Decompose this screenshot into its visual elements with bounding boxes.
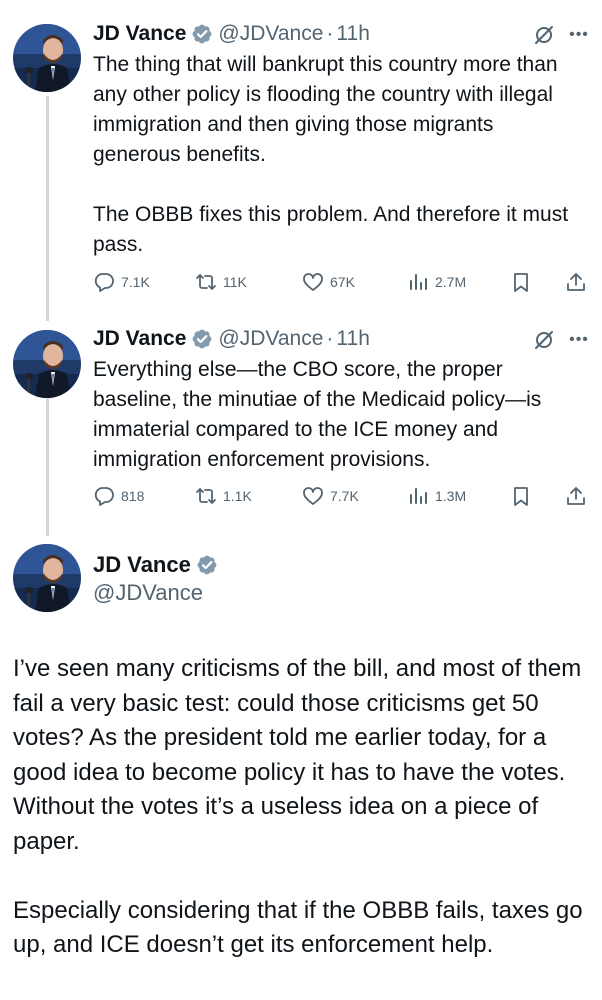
avatar-photo bbox=[13, 330, 81, 398]
grok-icon[interactable] bbox=[533, 329, 555, 351]
verified-badge-icon bbox=[191, 23, 213, 45]
author-handle[interactable]: @JDVance bbox=[218, 22, 323, 46]
views-button[interactable]: 1.3M bbox=[407, 483, 466, 509]
author-name[interactable]: JD Vance bbox=[93, 22, 186, 46]
like-button[interactable]: 7.7K bbox=[302, 483, 359, 509]
reply-button[interactable]: 818 bbox=[93, 483, 144, 509]
views-button[interactable]: 2.7M bbox=[407, 269, 466, 295]
repost-count: 1.1K bbox=[223, 488, 252, 504]
share-button[interactable] bbox=[565, 483, 593, 509]
more-icon[interactable]: ••• bbox=[566, 25, 592, 45]
reply-count: 7.1K bbox=[121, 274, 150, 290]
reply-button[interactable]: 7.1K bbox=[93, 269, 150, 295]
action-bar: 818 1.1K 7.7K 1.3M bbox=[93, 483, 593, 509]
avatar[interactable] bbox=[13, 544, 81, 612]
author-handle[interactable]: @JDVance bbox=[93, 580, 203, 606]
grok-icon[interactable] bbox=[533, 24, 555, 46]
views-icon bbox=[410, 488, 427, 504]
avatar[interactable] bbox=[13, 330, 81, 398]
reply-count: 818 bbox=[121, 488, 145, 504]
share-icon bbox=[567, 273, 585, 291]
repost-icon bbox=[196, 274, 216, 290]
tweet-paragraph: The thing that will bankrupt this countr… bbox=[93, 53, 558, 166]
views-icon bbox=[410, 274, 427, 290]
repost-button[interactable]: 1.1K bbox=[195, 483, 252, 509]
bookmark-icon bbox=[514, 273, 528, 292]
like-icon bbox=[303, 273, 323, 291]
tweet-paragraph: Especially considering that if the OBBB … bbox=[13, 896, 583, 959]
reply-icon bbox=[94, 487, 114, 506]
repost-icon bbox=[196, 488, 216, 504]
views-count: 2.7M bbox=[435, 274, 467, 290]
avatar-photo bbox=[13, 544, 81, 612]
separator-dot: · bbox=[326, 327, 334, 350]
separator-dot: · bbox=[326, 22, 334, 45]
thread-connector bbox=[46, 96, 49, 321]
author-name[interactable]: JD Vance bbox=[93, 552, 191, 578]
avatar-photo bbox=[13, 24, 81, 92]
like-count: 67K bbox=[330, 274, 355, 290]
author-handle[interactable]: @JDVance bbox=[218, 327, 323, 351]
tweet-header: JD Vance @JDVance · 11h bbox=[93, 324, 370, 354]
like-icon bbox=[303, 487, 323, 505]
repost-count: 11K bbox=[223, 274, 247, 290]
like-count: 7.7K bbox=[330, 488, 359, 504]
timestamp[interactable]: 11h bbox=[336, 22, 369, 46]
thread-connector bbox=[46, 398, 49, 536]
avatar[interactable] bbox=[13, 24, 81, 92]
repost-button[interactable]: 11K bbox=[195, 269, 247, 295]
timestamp[interactable]: 11h bbox=[336, 327, 369, 351]
tweet-paragraph: I’ve seen many criticisms of the bill, a… bbox=[13, 655, 582, 855]
main-tweet-header: JD Vance bbox=[93, 549, 218, 581]
tweet-paragraph: The OBBB fixes this problem. And therefo… bbox=[93, 203, 569, 256]
tweet-body: The thing that will bankrupt this countr… bbox=[93, 50, 583, 260]
reply-icon bbox=[94, 273, 114, 292]
action-bar: 7.1K 11K 67K 2.7M bbox=[93, 269, 593, 295]
bookmark-button[interactable] bbox=[510, 269, 538, 295]
author-name[interactable]: JD Vance bbox=[93, 327, 186, 351]
main-tweet-body: I’ve seen many criticisms of the bill, a… bbox=[13, 652, 593, 963]
like-button[interactable]: 67K bbox=[302, 269, 355, 295]
views-count: 1.3M bbox=[435, 488, 467, 504]
bookmark-button[interactable] bbox=[510, 483, 538, 509]
verified-badge-icon bbox=[196, 554, 218, 576]
share-icon bbox=[567, 487, 585, 505]
more-icon[interactable]: ••• bbox=[566, 330, 592, 350]
tweet-paragraph: Everything else—the CBO score, the prope… bbox=[93, 358, 542, 471]
share-button[interactable] bbox=[565, 269, 593, 295]
bookmark-icon bbox=[514, 487, 528, 506]
tweet-header: JD Vance @JDVance · 11h bbox=[93, 19, 370, 49]
tweet-body: Everything else—the CBO score, the prope… bbox=[93, 355, 583, 475]
verified-badge-icon bbox=[191, 328, 213, 350]
